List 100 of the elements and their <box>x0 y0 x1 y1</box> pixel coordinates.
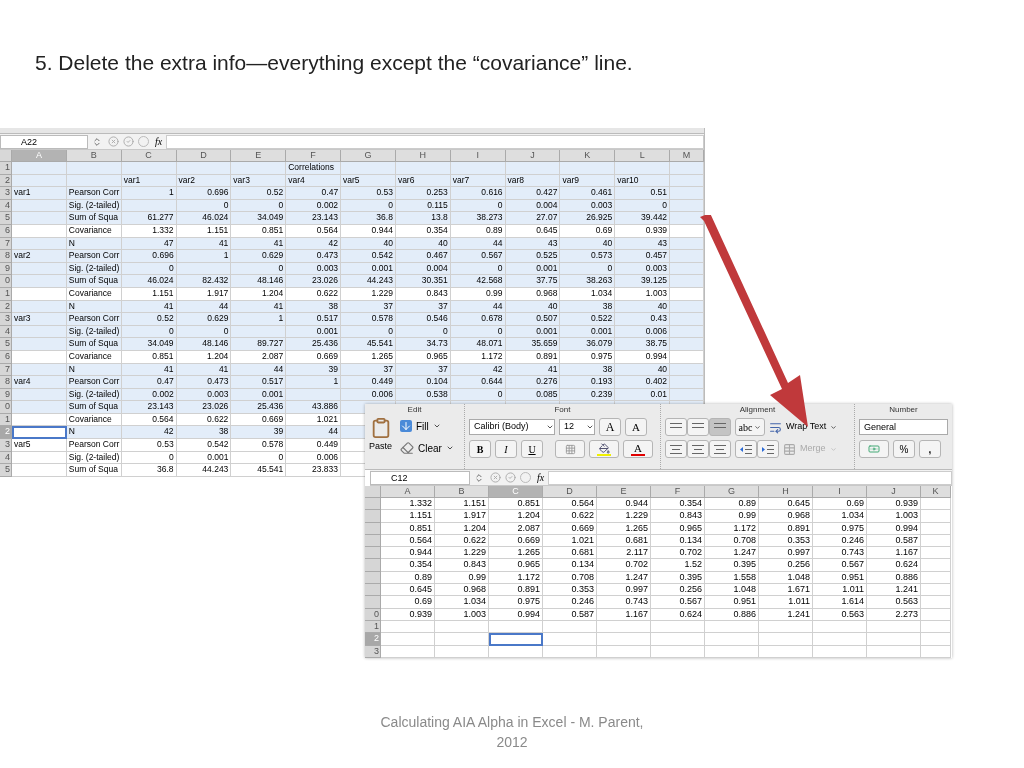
indent-icon <box>762 444 774 454</box>
align-right-button[interactable] <box>709 440 731 458</box>
formula-field[interactable] <box>166 134 704 149</box>
row-header[interactable]: 5 <box>0 338 12 351</box>
row-header[interactable]: 5 <box>0 212 12 225</box>
table-cell: Pearson Corr <box>66 313 122 326</box>
select-all-corner[interactable] <box>0 150 12 162</box>
paste-button[interactable]: Paste <box>369 416 392 456</box>
selected-cell[interactable] <box>11 426 67 440</box>
italic-button[interactable]: I <box>495 440 517 458</box>
column-header[interactable]: J <box>505 150 561 162</box>
column-header[interactable]: L <box>615 150 671 162</box>
fill-button[interactable]: Fill <box>400 418 454 434</box>
font-color-button[interactable]: A <box>623 440 653 458</box>
vertical-align-button[interactable] <box>687 418 709 436</box>
column-header[interactable]: J <box>867 486 921 498</box>
row-header[interactable] <box>365 510 381 523</box>
cancel-icon[interactable] <box>490 472 501 483</box>
column-header[interactable]: F <box>286 150 342 162</box>
row-header[interactable] <box>365 498 381 511</box>
orientation-button[interactable]: abc <box>735 418 765 436</box>
align-left-button[interactable] <box>665 440 687 458</box>
font-size-field[interactable]: 12 <box>559 419 595 435</box>
confirm-icon[interactable] <box>123 136 134 147</box>
row-header[interactable]: 4 <box>0 325 12 339</box>
column-header[interactable]: G <box>341 150 396 162</box>
row-header[interactable] <box>365 559 381 572</box>
row-header[interactable]: 3 <box>0 439 12 452</box>
column-header[interactable]: H <box>759 486 813 498</box>
name-box[interactable]: C12 <box>370 470 470 485</box>
fill-color-button[interactable] <box>589 440 619 458</box>
column-header[interactable]: I <box>450 150 506 162</box>
shrink-font-button[interactable]: A <box>625 418 647 436</box>
column-header[interactable]: I <box>813 486 867 498</box>
stepper-icon[interactable] <box>474 472 484 483</box>
cancel-icon[interactable] <box>108 136 119 147</box>
decrease-indent-button[interactable] <box>735 440 757 458</box>
column-header[interactable]: F <box>651 486 705 498</box>
row-header[interactable] <box>365 547 381 560</box>
percent-button[interactable]: % <box>893 440 915 458</box>
confirm-icon[interactable] <box>505 472 516 483</box>
row-header[interactable]: 2 <box>0 174 12 188</box>
row-header[interactable]: 3 <box>0 187 12 200</box>
row-header[interactable]: 4 <box>0 451 12 465</box>
grow-font-button[interactable]: A <box>599 418 621 436</box>
row-header[interactable]: 1 <box>0 413 12 427</box>
column-header[interactable]: D <box>543 486 597 498</box>
row-header[interactable]: 3 <box>0 313 12 326</box>
row-header[interactable]: 9 <box>0 388 12 402</box>
table-cell: 0.965 <box>489 559 543 572</box>
column-header[interactable]: K <box>921 486 951 498</box>
row-header[interactable]: 1 <box>0 287 12 301</box>
row-header[interactable]: 4 <box>0 199 12 213</box>
selected-cell[interactable] <box>489 633 543 646</box>
column-header[interactable]: G <box>705 486 759 498</box>
column-header[interactable]: C <box>121 150 177 162</box>
font-name-field[interactable]: Calibri (Body) <box>469 419 555 435</box>
name-box[interactable]: A22 <box>0 134 88 149</box>
table-cell: 0.193 <box>560 376 616 389</box>
column-header[interactable]: B <box>435 486 489 498</box>
vertical-align-button[interactable] <box>665 418 687 436</box>
row-header[interactable]: 6 <box>0 350 12 364</box>
column-header[interactable]: B <box>66 150 122 162</box>
column-header[interactable]: H <box>395 150 451 162</box>
column-header[interactable]: K <box>560 150 616 162</box>
stepper-icon[interactable] <box>92 136 102 147</box>
increase-indent-button[interactable] <box>757 440 779 458</box>
column-header[interactable]: E <box>231 150 287 162</box>
column-header[interactable]: A <box>381 486 435 498</box>
clear-button[interactable]: Clear <box>400 440 454 456</box>
function-button[interactable]: fx <box>537 470 545 485</box>
formula-field[interactable] <box>548 470 952 485</box>
row-header[interactable] <box>365 596 381 609</box>
bold-button[interactable]: B <box>469 440 491 458</box>
row-header[interactable]: 0 <box>0 401 12 414</box>
row-header[interactable]: 2 <box>0 300 12 314</box>
table-cell: 1 <box>121 187 177 200</box>
column-header[interactable]: E <box>597 486 651 498</box>
align-center-button[interactable] <box>687 440 709 458</box>
row-header[interactable]: 8 <box>0 376 12 389</box>
row-header[interactable]: 0 <box>0 275 12 288</box>
select-all-corner[interactable] <box>365 486 381 498</box>
number-format-field[interactable]: General <box>859 419 948 435</box>
underline-button[interactable]: U <box>521 440 543 458</box>
comma-button[interactable]: , <box>919 440 941 458</box>
vertical-align-button[interactable] <box>709 418 731 436</box>
function-button[interactable]: fx <box>155 134 163 149</box>
row-header[interactable]: 5 <box>0 464 12 477</box>
row-header[interactable]: 9 <box>0 262 12 276</box>
wrap-text-button[interactable]: Wrap Text <box>769 420 838 434</box>
row-header[interactable]: 8 <box>0 250 12 263</box>
row-header[interactable]: 7 <box>0 363 12 377</box>
column-header[interactable]: D <box>176 150 232 162</box>
currency-button[interactable] <box>859 440 889 458</box>
row-header[interactable]: 1 <box>0 162 12 175</box>
row-header[interactable]: 6 <box>0 224 12 238</box>
column-header[interactable]: M <box>670 150 704 162</box>
row-header[interactable] <box>365 584 381 597</box>
row-header[interactable]: 7 <box>0 237 12 251</box>
borders-button[interactable] <box>555 440 585 458</box>
